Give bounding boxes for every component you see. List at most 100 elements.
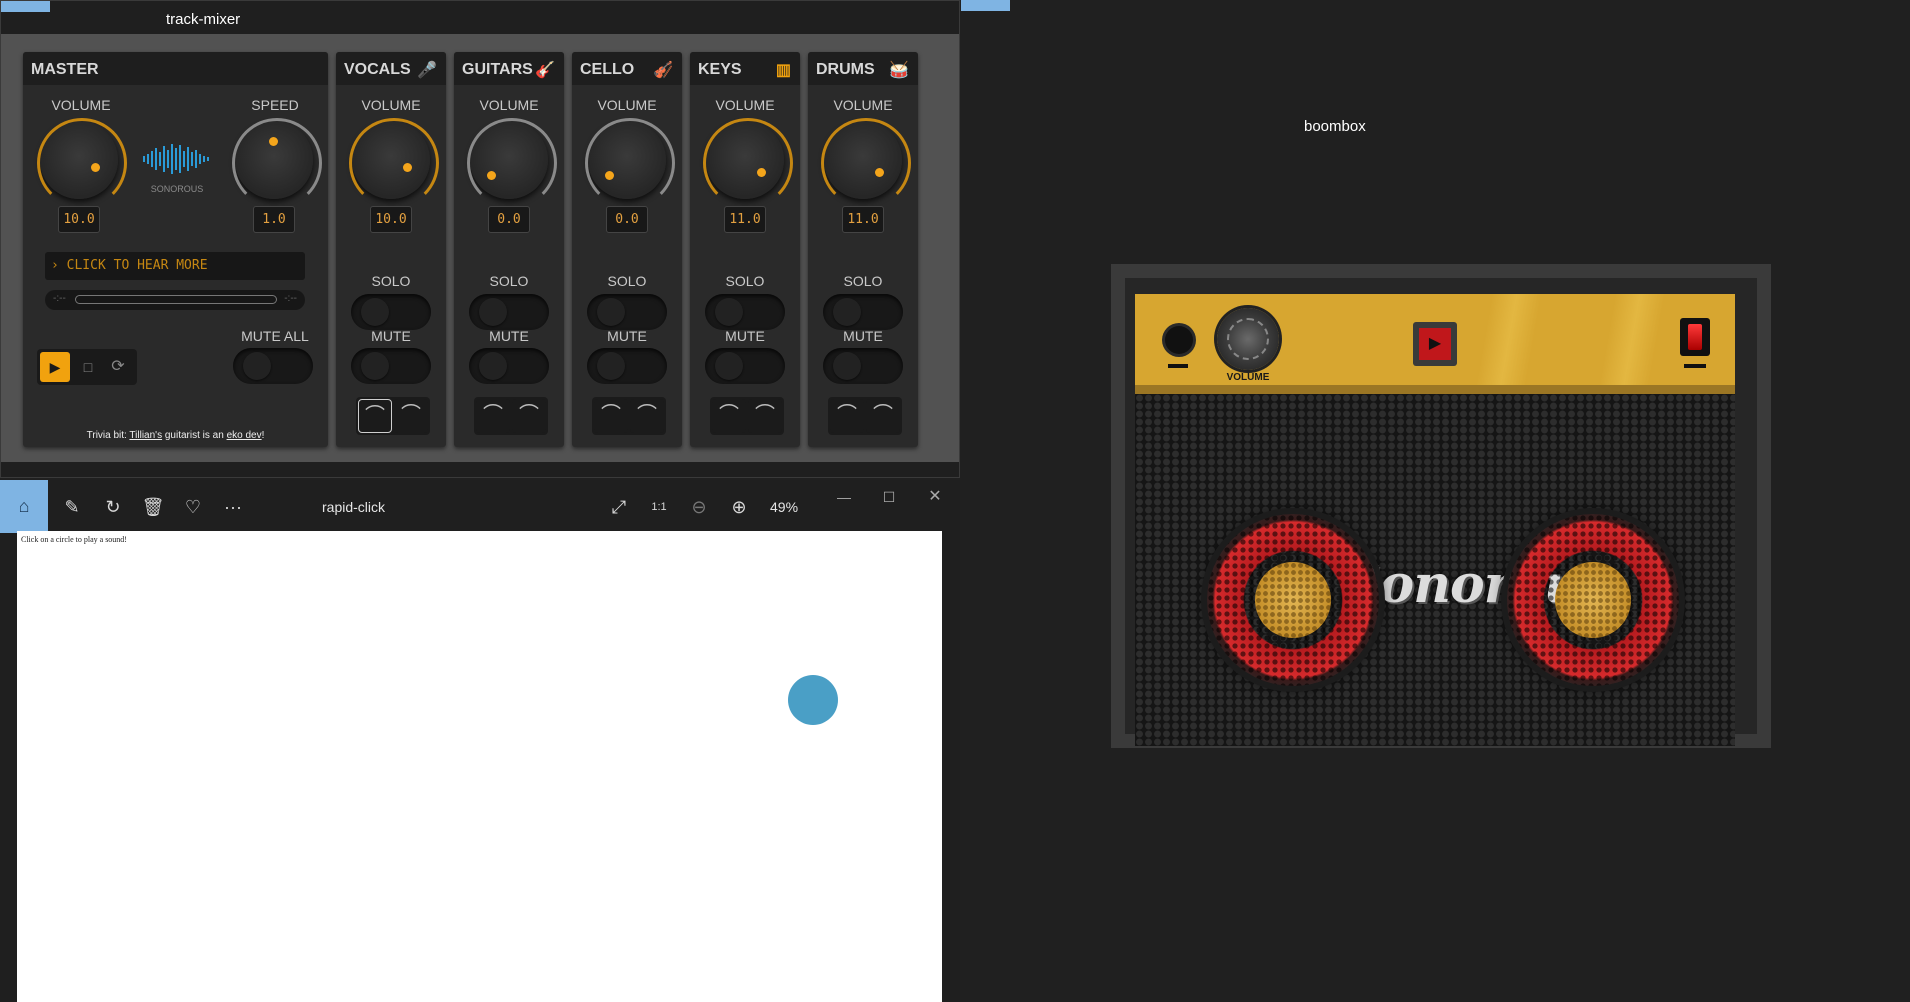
fade-in-button[interactable]: ⌒	[358, 399, 392, 433]
trivia-link-tillian[interactable]: Tillian's	[129, 430, 162, 441]
power-light	[1688, 324, 1702, 350]
home-icon[interactable]: ⌂	[0, 480, 48, 533]
channel-volume-value: 11.0	[724, 206, 766, 233]
title-bar[interactable]: track-mixer	[1, 1, 959, 34]
zoom-in-icon[interactable]: ⊕	[722, 490, 756, 524]
mute-toggle[interactable]	[351, 348, 431, 384]
fx-buttons: ⌒ ⌒	[710, 397, 784, 435]
fade-in-button[interactable]: ⌒	[594, 399, 628, 433]
mute-toggle[interactable]	[705, 348, 785, 384]
mute-toggle[interactable]	[469, 348, 549, 384]
knob-indicator	[403, 163, 412, 172]
solo-toggle[interactable]	[351, 294, 431, 330]
amp-play-button[interactable]: ▶	[1413, 322, 1457, 366]
channel-guitars: GUITARS 🎸 VOLUME 0.0 SOLO MUTE ⌒ ⌒	[454, 52, 564, 447]
fade-out-button[interactable]: ⌒	[866, 399, 900, 433]
viewer-toolbar: ⌂ ✎ ↻ 🗑 ♡ ··· rapid-click ⤢ 1:1 ⊖ ⊕ 49% …	[0, 480, 960, 533]
minimize-button[interactable]: —	[827, 480, 861, 514]
maximize-button[interactable]: ☐	[872, 480, 906, 514]
knob-ridges	[1227, 318, 1269, 360]
solo-toggle[interactable]	[587, 294, 667, 330]
channel-cello: CELLO 🎻 VOLUME 0.0 SOLO MUTE ⌒ ⌒	[572, 52, 682, 447]
fade-in-button[interactable]: ⌒	[830, 399, 864, 433]
amp-volume-label: VOLUME	[1226, 372, 1270, 383]
more-icon[interactable]: ···	[216, 490, 250, 524]
knob-indicator	[605, 171, 614, 180]
master-speed-knob[interactable]	[235, 121, 313, 199]
mute-label: MUTE	[371, 328, 411, 344]
edit-image-icon[interactable]: ✎	[55, 490, 89, 524]
input-jack-icon[interactable]	[1165, 326, 1193, 354]
channel-volume-label: VOLUME	[479, 97, 539, 113]
channel-name: CELLO	[580, 61, 635, 78]
channel-header: VOCALS 🎤	[336, 52, 446, 85]
mute-toggle[interactable]	[587, 348, 667, 384]
transport-controls: ▶ □ ⟳	[37, 349, 137, 385]
trivia-link-eko[interactable]: eko dev	[227, 430, 262, 441]
actual-size-icon[interactable]: 1:1	[642, 490, 676, 524]
channel-volume-knob[interactable]	[824, 121, 902, 199]
mute-all-label: MUTE ALL	[241, 328, 309, 344]
window-title: boombox	[1304, 118, 1366, 135]
mute-label: MUTE	[489, 328, 529, 344]
solo-toggle[interactable]	[823, 294, 903, 330]
amp-volume-knob[interactable]	[1217, 308, 1279, 370]
channel-volume-label: VOLUME	[715, 97, 775, 113]
mute-label: MUTE	[725, 328, 765, 344]
master-speed-label: SPEED	[251, 97, 299, 113]
fade-out-button[interactable]: ⌒	[512, 399, 546, 433]
progress-track[interactable]	[75, 295, 277, 304]
fade-in-button[interactable]: ⌒	[712, 399, 746, 433]
channel-volume-knob[interactable]	[470, 121, 548, 199]
logo-text: SONOROUS	[150, 184, 204, 194]
fade-out-button[interactable]: ⌒	[394, 399, 428, 433]
knob-indicator	[269, 137, 278, 146]
channel-volume-value: 0.0	[488, 206, 530, 233]
left-speaker	[1207, 514, 1379, 686]
channel-vocals: VOCALS 🎤 VOLUME 10.0 SOLO MUTE ⌒ ⌒	[336, 52, 446, 447]
play-button[interactable]: ▶	[40, 352, 70, 382]
mute-all-toggle[interactable]	[233, 348, 313, 384]
solo-label: SOLO	[607, 273, 647, 289]
sound-circle[interactable]	[788, 675, 838, 725]
channel-header: KEYS ▥	[690, 52, 800, 85]
channel-volume-knob[interactable]	[706, 121, 784, 199]
channel-volume-knob[interactable]	[588, 121, 666, 199]
solo-label: SOLO	[489, 273, 529, 289]
fade-in-button[interactable]: ⌒	[476, 399, 510, 433]
stop-button[interactable]: □	[75, 352, 101, 382]
marquee-display[interactable]: › CLICK TO HEAR MORE	[45, 252, 305, 280]
heart-icon[interactable]: ♡	[176, 490, 210, 524]
trash-icon[interactable]: 🗑	[136, 490, 170, 524]
fade-out-button[interactable]: ⌒	[630, 399, 664, 433]
rapid-click-window: ⌂ ✎ ↻ 🗑 ♡ ··· rapid-click ⤢ 1:1 ⊖ ⊕ 49% …	[0, 480, 960, 1002]
solo-label: SOLO	[843, 273, 883, 289]
mute-toggle[interactable]	[823, 348, 903, 384]
fullscreen-icon[interactable]: ⤢	[602, 490, 636, 524]
knob-indicator	[91, 163, 100, 172]
rotate-icon[interactable]: ↻	[96, 490, 130, 524]
progress-bar[interactable]: -:-- -:--	[45, 290, 305, 310]
cello-icon: 🎻	[653, 62, 673, 79]
power-switch[interactable]	[1680, 318, 1710, 356]
channel-volume-knob[interactable]	[352, 121, 430, 199]
microphone-icon: 🎤	[417, 62, 437, 79]
control-panel: VOLUME ▶	[1135, 294, 1735, 394]
canvas-hint: Click on a circle to play a sound!	[21, 535, 127, 544]
channel-volume-value: 0.0	[606, 206, 648, 233]
solo-label: SOLO	[371, 273, 411, 289]
speaker-cap	[1255, 562, 1331, 638]
speaker-cap	[1555, 562, 1631, 638]
image-canvas[interactable]: Click on a circle to play a sound!	[17, 531, 942, 1002]
solo-toggle[interactable]	[469, 294, 549, 330]
reset-icon[interactable]: ⟳	[103, 352, 133, 382]
master-volume-knob[interactable]	[40, 121, 118, 199]
channel-name: VOCALS	[344, 61, 411, 78]
knob-indicator	[875, 168, 884, 177]
trivia-suffix: !	[261, 430, 265, 441]
solo-toggle[interactable]	[705, 294, 785, 330]
close-button[interactable]: ✕	[918, 480, 952, 514]
window-accent	[1, 1, 50, 12]
zoom-out-icon[interactable]: ⊖	[682, 490, 716, 524]
fade-out-button[interactable]: ⌒	[748, 399, 782, 433]
